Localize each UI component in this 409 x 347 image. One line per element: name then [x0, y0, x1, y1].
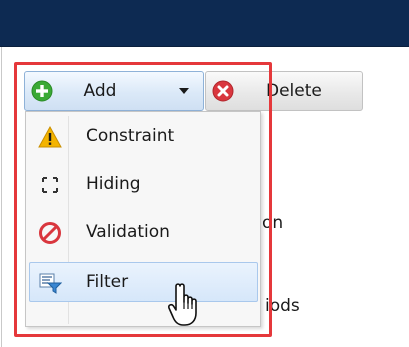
- background-text-partial: iods: [265, 296, 300, 316]
- menu-item-label: Hiding: [86, 174, 141, 194]
- add-button[interactable]: Add: [24, 71, 204, 111]
- chevron-down-icon[interactable]: [179, 88, 189, 94]
- hand-pointer-cursor-icon: [168, 283, 197, 326]
- menu-item-constraint[interactable]: Constraint: [29, 116, 258, 156]
- menu-item-validation[interactable]: Validation: [29, 212, 258, 252]
- background-text-partial: on: [262, 213, 284, 233]
- no-entry-icon: [39, 222, 61, 244]
- menu-item-label: Constraint: [86, 126, 175, 146]
- toolbar: Add Delete: [24, 71, 364, 111]
- header-bar: [0, 0, 409, 47]
- menu-item-filter[interactable]: Filter: [29, 262, 258, 302]
- add-dropdown-menu: Constraint Hiding Validation Filter: [25, 111, 261, 327]
- add-button-label: Add: [83, 81, 117, 101]
- hiding-brackets-icon: [42, 177, 58, 193]
- menu-item-label: Filter: [86, 272, 129, 292]
- menu-item-hiding[interactable]: Hiding: [29, 164, 258, 204]
- delete-button-label: Delete: [266, 81, 322, 101]
- filter-icon: [39, 273, 62, 294]
- menu-item-label: Validation: [86, 222, 170, 242]
- warning-icon: [38, 125, 62, 148]
- delete-button[interactable]: Delete: [205, 71, 363, 111]
- content-border: [1, 47, 2, 347]
- delete-x-circle-icon: [212, 80, 234, 102]
- screenshot-frame: on iods Add Delete Constraint Hiding Val…: [0, 0, 409, 347]
